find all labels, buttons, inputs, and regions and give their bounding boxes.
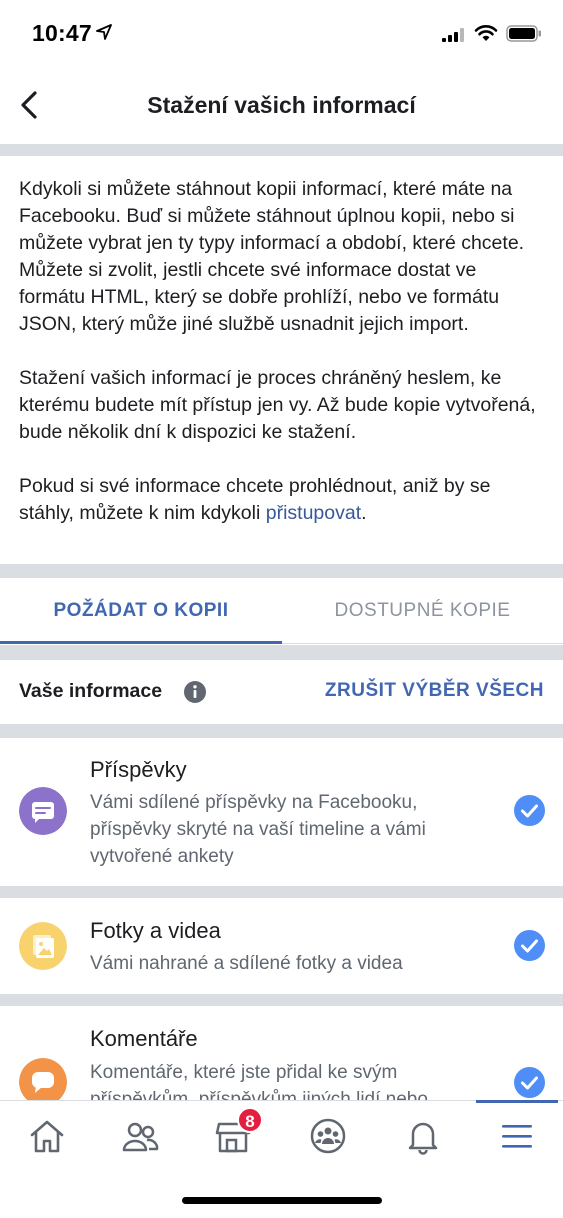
status-time: 10:47: [32, 20, 92, 46]
page-title: Stažení vašich informací: [147, 92, 416, 118]
active-nav-indicator: [476, 1100, 558, 1103]
status-bar: 10:47: [0, 0, 563, 64]
nav-home[interactable]: [19, 1113, 75, 1159]
intro-text-prefix: Pokud si své informace chcete prohlédnou…: [19, 475, 491, 524]
nav-notifications[interactable]: [395, 1113, 451, 1159]
tabs-divider: [0, 645, 563, 660]
photos-icon: [19, 922, 67, 970]
location-arrow-icon: [96, 24, 112, 40]
active-tab-indicator: [0, 641, 282, 644]
tab-bar: POŽÁDAT O KOPII DOSTUPNÉ KOPIE: [0, 578, 563, 644]
item-description: Komentáře, které jste přidal ke svým pří…: [90, 1062, 428, 1100]
deselect-all-button[interactable]: ZRUŠIT VÝBĚR VŠECH: [325, 680, 544, 702]
intro-text-suffix: .: [361, 502, 367, 524]
section-label: Vaše informace: [19, 680, 163, 702]
item-divider: [0, 886, 563, 898]
header-divider: [0, 144, 563, 156]
list-item[interactable]: Fotky a videa Vámi nahrané a sdílené fot…: [0, 898, 563, 994]
hamburger-menu-icon: [502, 1125, 532, 1148]
nav-friends[interactable]: [112, 1113, 168, 1159]
comments-icon: [19, 1058, 67, 1100]
item-title: Komentáře: [90, 1026, 198, 1051]
section-divider: [0, 724, 563, 738]
notification-badge: 8: [237, 1107, 263, 1133]
nav-groups[interactable]: [300, 1113, 356, 1159]
home-icon: [30, 1120, 64, 1153]
item-description: Vámi nahrané a sdílené fotky a videa: [90, 953, 403, 974]
intro-paragraph: Kdykoli si můžete stáhnout kopii informa…: [19, 178, 525, 335]
checkmark-icon[interactable]: [514, 795, 545, 826]
list-item[interactable]: Komentáře Komentáře, které jste přidal k…: [0, 1006, 563, 1100]
item-description: Vámi sdílené příspěvky na Facebooku, pří…: [90, 792, 426, 867]
home-indicator: [182, 1197, 382, 1204]
intro-divider: [0, 564, 563, 578]
friends-icon: [122, 1122, 159, 1152]
item-title: Fotky a videa: [90, 918, 221, 943]
tab-available-copies[interactable]: DOSTUPNÉ KOPIE: [282, 578, 563, 644]
nav-marketplace[interactable]: 8: [205, 1107, 263, 1159]
access-link[interactable]: přistupovat: [266, 502, 361, 524]
info-icon[interactable]: [183, 680, 207, 704]
intro-paragraph: Pokud si své informace chcete prohlédnou…: [19, 473, 544, 527]
intro-paragraph: Stažení vašich informací je proces chrán…: [19, 367, 536, 443]
wifi-icon: [474, 25, 498, 41]
posts-icon: [19, 787, 67, 835]
section-header: Vaše informace ZRUŠIT VÝBĚR VŠECH: [0, 660, 563, 724]
battery-icon: [506, 25, 541, 42]
tab-request-copy[interactable]: POŽÁDAT O KOPII: [0, 578, 282, 644]
groups-icon: [310, 1118, 346, 1154]
list-item[interactable]: Příspěvky Vámi sdílené příspěvky na Face…: [0, 738, 563, 886]
checkmark-icon[interactable]: [514, 1067, 545, 1098]
item-title: Příspěvky: [90, 757, 187, 782]
checkmark-icon[interactable]: [514, 930, 545, 961]
bell-icon: [408, 1122, 438, 1155]
nav-menu[interactable]: [489, 1113, 545, 1159]
intro-text: Kdykoli si můžete stáhnout kopii informa…: [19, 176, 544, 554]
item-divider: [0, 994, 563, 1006]
cellular-signal-icon: [442, 28, 464, 42]
page-header: Stažení vašich informací: [0, 64, 563, 144]
